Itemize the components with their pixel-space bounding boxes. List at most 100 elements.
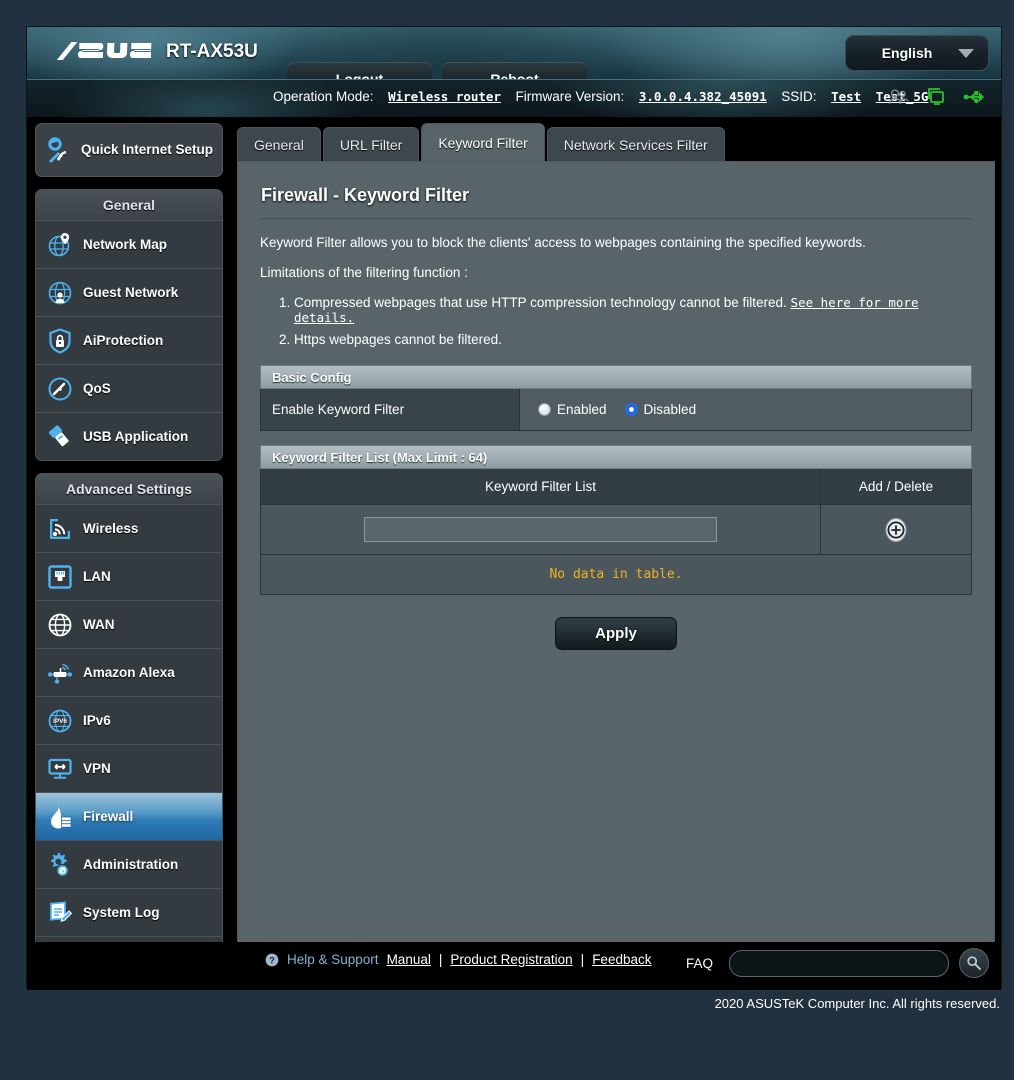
tab-bar: General URL Filter Keyword Filter Networ…: [237, 123, 995, 161]
sidebar-item-label: IPv6: [83, 713, 111, 728]
clients-icon[interactable]: [887, 88, 909, 106]
log-pencil-icon: [50, 900, 73, 922]
sidebar-item-wan[interactable]: WAN: [36, 600, 222, 648]
faq-search-button[interactable]: [959, 948, 989, 978]
sidebar-item-lan[interactable]: LAN: [36, 552, 222, 600]
sidebar-item-quick-internet-setup[interactable]: Quick Internet Setup: [35, 123, 223, 177]
status-text: Operation Mode: Wireless router Firmware…: [273, 89, 928, 104]
globe-icon: [48, 613, 72, 636]
page-title: Firewall - Keyword Filter: [261, 185, 470, 205]
vpn-monitor-icon: [48, 758, 72, 779]
status-strip: Operation Mode: Wireless router Firmware…: [27, 79, 1001, 117]
apply-row: Apply: [260, 617, 972, 650]
sidebar-item-network-map[interactable]: Network Map: [36, 220, 222, 268]
quick-setup-icon: [48, 137, 66, 163]
asus-logo-mark: [56, 42, 156, 60]
footer-separator-1: |: [438, 952, 443, 967]
footer-links: ? Help & Support Manual | Product Regist…: [265, 952, 651, 967]
router-admin-page: RT-AX53U Logout Reboot English Operation…: [0, 0, 1014, 1080]
wireless-signal-icon: [50, 518, 70, 539]
sidebar-item-label: Administration: [83, 857, 179, 872]
sidebar-item-label: WAN: [83, 617, 115, 632]
sidebar-item-wireless[interactable]: Wireless: [36, 504, 222, 552]
footer-separator-2: |: [580, 952, 585, 967]
radio-enabled-label[interactable]: Enabled: [557, 402, 607, 417]
help-support-label[interactable]: Help & Support: [287, 952, 379, 967]
enable-keyword-filter-options: Enabled Disabled: [520, 389, 971, 430]
sidebar-item-label: System Log: [83, 905, 160, 920]
operation-mode-label: Operation Mode:: [273, 89, 374, 104]
sidebar-item-usb-application[interactable]: USB Application: [36, 412, 222, 460]
radio-disabled-label[interactable]: Disabled: [644, 402, 697, 417]
search-icon: [967, 956, 981, 970]
limitations-list: Compressed webpages that use HTTP compre…: [294, 295, 972, 347]
sidebar: Quick Internet Setup General Network Map: [35, 123, 223, 985]
tab-url-filter[interactable]: URL Filter: [322, 127, 420, 161]
sidebar-item-aiprotection[interactable]: AiProtection: [36, 316, 222, 364]
operation-mode-value[interactable]: Wireless router: [388, 89, 501, 104]
radio-enabled[interactable]: [538, 403, 551, 416]
logout-button[interactable]: Logout: [287, 62, 432, 79]
sidebar-item-ipv6[interactable]: IPV6 IPv6: [36, 696, 222, 744]
lan-port-icon: [48, 564, 72, 589]
enable-keyword-filter-label: Enable Keyword Filter: [261, 389, 520, 430]
reboot-button[interactable]: Reboot: [442, 62, 587, 79]
guest-network-icon: [48, 281, 72, 304]
firmware-value[interactable]: 3.0.0.4.382_45091: [639, 89, 767, 104]
keyword-input[interactable]: [364, 517, 717, 542]
feedback-link[interactable]: Feedback: [592, 952, 651, 967]
intro-text: Keyword Filter allows you to block the c…: [260, 235, 866, 250]
manual-link[interactable]: Manual: [387, 952, 431, 967]
ipv6-globe-icon: IPV6: [48, 709, 72, 732]
apply-button[interactable]: Apply: [555, 617, 677, 650]
language-selector[interactable]: English: [845, 35, 989, 71]
sidebar-group-general-title: General: [36, 190, 222, 220]
limitation-1-text: Compressed webpages that use HTTP compre…: [294, 295, 787, 310]
gear-admin-icon: [51, 852, 70, 877]
asus-logo: [54, 39, 156, 69]
firmware-label: Firmware Version:: [515, 89, 625, 104]
title-divider: [260, 218, 972, 219]
sidebar-item-qos[interactable]: QoS: [36, 364, 222, 412]
sidebar-item-amazon-alexa[interactable]: Amazon Alexa: [36, 648, 222, 696]
network-map-icon: [48, 232, 70, 256]
svg-text:IPV6: IPV6: [53, 718, 67, 725]
keyword-input-row: [260, 505, 972, 555]
ssid-value-24g[interactable]: Test: [831, 89, 861, 104]
limitation-item-1: Compressed webpages that use HTTP compre…: [294, 295, 972, 325]
product-registration-link[interactable]: Product Registration: [450, 952, 572, 967]
radio-disabled[interactable]: [624, 403, 638, 416]
content-column: General URL Filter Keyword Filter Networ…: [237, 123, 995, 961]
router-window: RT-AX53U Logout Reboot English Operation…: [26, 26, 1002, 990]
tab-keyword-filter[interactable]: Keyword Filter: [421, 123, 545, 161]
firewall-flame-icon: [51, 805, 72, 828]
sidebar-item-guest-network[interactable]: Guest Network: [36, 268, 222, 316]
copyright-text: 2020 ASUSTeK Computer Inc. All rights re…: [714, 996, 1000, 1011]
shield-lock-icon: [49, 327, 71, 354]
sidebar-item-administration[interactable]: Administration: [36, 840, 222, 888]
chevron-down-icon: [958, 48, 974, 58]
sidebar-item-label: Wireless: [83, 521, 139, 536]
limitations-title: Limitations of the filtering function :: [260, 265, 468, 280]
tab-network-services-filter[interactable]: Network Services Filter: [546, 127, 725, 161]
top-banner: RT-AX53U Logout Reboot English: [27, 27, 1001, 79]
tab-general[interactable]: General: [237, 127, 321, 161]
sidebar-item-label: USB Application: [83, 429, 189, 444]
column-add-delete: Add / Delete: [858, 479, 934, 494]
column-keyword-filter-list: Keyword Filter List: [261, 469, 821, 504]
plus-circle-icon[interactable]: [883, 517, 909, 543]
enable-keyword-filter-row: Enable Keyword Filter Enabled Disabled: [260, 389, 972, 431]
sidebar-item-vpn[interactable]: VPN: [36, 744, 222, 792]
usb-icon[interactable]: [963, 88, 985, 106]
sidebar-item-firewall[interactable]: Firewall: [36, 792, 222, 840]
language-value: English: [881, 45, 933, 61]
sidebar-item-label: LAN: [83, 569, 111, 584]
faq-search-input[interactable]: [729, 950, 949, 977]
sidebar-item-label: Amazon Alexa: [83, 665, 175, 680]
sidebar-item-label: VPN: [83, 761, 111, 776]
devices-icon[interactable]: [925, 87, 947, 106]
sidebar-group-general: General Network Map Guest Network AiProt…: [35, 189, 223, 461]
help-icon: ?: [265, 953, 279, 966]
sidebar-item-system-log[interactable]: System Log: [36, 888, 222, 936]
svg-text:?: ?: [269, 955, 275, 965]
